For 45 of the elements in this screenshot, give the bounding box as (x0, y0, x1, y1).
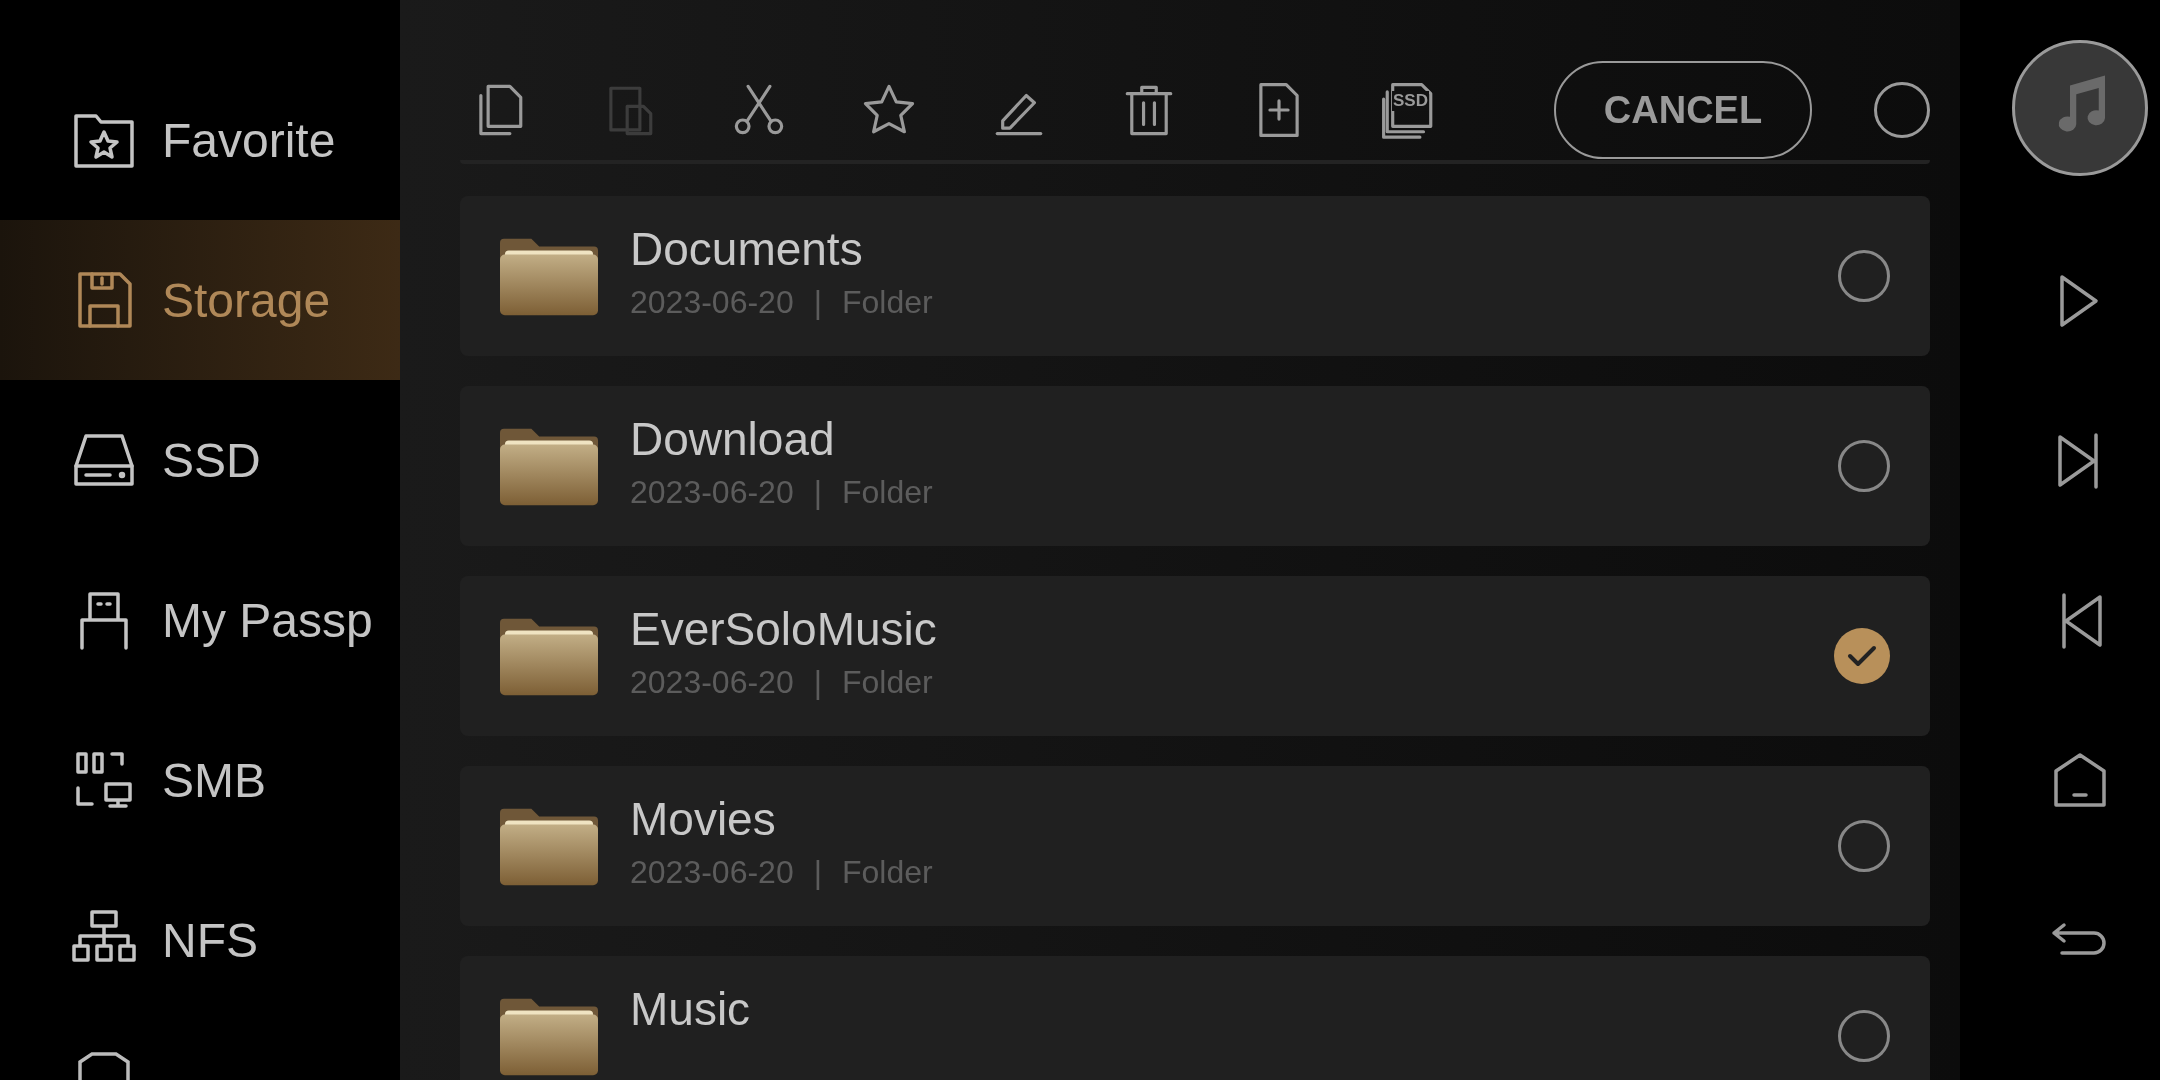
folder-type: Folder (842, 664, 933, 701)
folder-row[interactable]: EverSoloMusic 2023-06-20 | Folder (460, 576, 1930, 736)
select-all-checkbox[interactable] (1874, 82, 1930, 138)
folder-name: Music (630, 982, 752, 1036)
folder-icon (500, 806, 598, 886)
folder-row[interactable]: Documents 2023-06-20 | Folder (460, 196, 1930, 356)
row-checkbox[interactable] (1838, 440, 1890, 492)
folder-date: 2023-06-20 (630, 474, 794, 511)
folder-icon (500, 236, 598, 316)
sidebar-item[interactable]: NFS (0, 860, 400, 1020)
sidebar-item[interactable]: My Passp (0, 540, 400, 700)
folder-type: Folder (842, 474, 933, 511)
row-checkbox[interactable] (1838, 820, 1890, 872)
folder-date: 2023-06-20 (630, 854, 794, 891)
separator: | (813, 474, 822, 511)
sidebar-item[interactable]: Favorite (0, 60, 400, 220)
folder-name: Movies (630, 792, 777, 846)
sidebar-label: NFS (162, 912, 258, 968)
sidebar-label: Favorite (162, 112, 336, 168)
separator: | (813, 284, 822, 321)
folder-name: Download (630, 412, 836, 466)
folder-date: 2023-06-20 (630, 664, 794, 701)
folder-row[interactable]: Download 2023-06-20 | Folder (460, 386, 1930, 546)
row-checkbox[interactable] (1838, 250, 1890, 302)
sidebar-label: SMB (162, 752, 266, 808)
sidebar-label: SSD (162, 432, 261, 488)
folder-date: 2023-06-20 (630, 284, 794, 321)
folder-name: Documents (630, 222, 864, 276)
folder-row[interactable]: Movies 2023-06-20 | Folder (460, 766, 1930, 926)
sidebar-item[interactable]: SMB (0, 700, 400, 860)
separator: | (813, 664, 822, 701)
sidebar-label: Storage (162, 272, 331, 328)
folder-icon (500, 616, 598, 696)
row-checkbox[interactable] (1838, 1010, 1890, 1062)
checked-checkbox[interactable] (1834, 628, 1890, 684)
folder-icon (500, 996, 598, 1076)
folder-type: Folder (842, 284, 933, 321)
folder-icon (500, 426, 598, 506)
folder-type: Folder (842, 854, 933, 891)
folder-row[interactable]: Music (460, 956, 1930, 1080)
sidebar-item[interactable]: Storage (0, 220, 400, 380)
sidebar-label: My Passp (162, 592, 373, 648)
separator: | (813, 854, 822, 891)
sidebar-item[interactable]: SSD (0, 380, 400, 540)
folder-name: EverSoloMusic (630, 602, 938, 656)
